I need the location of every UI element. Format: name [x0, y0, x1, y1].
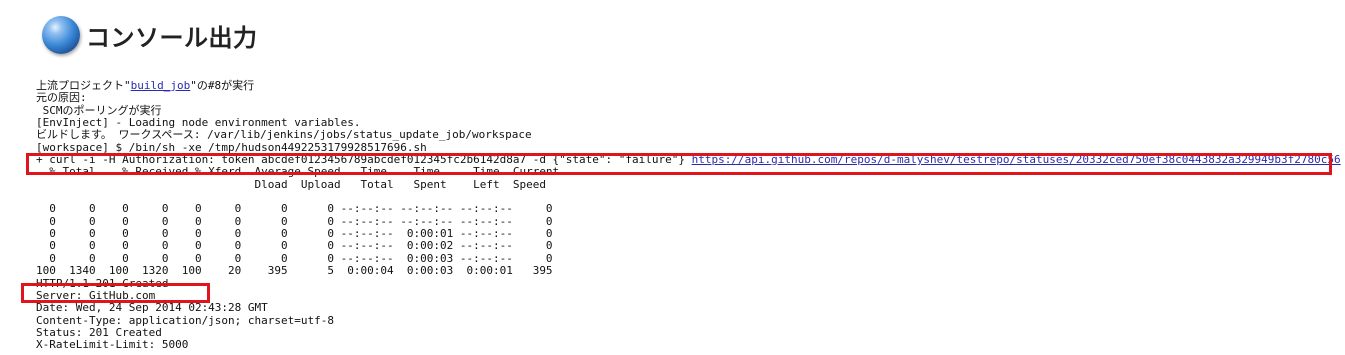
upstream-project-link[interactable]: build_job — [131, 79, 191, 92]
http-status-line: HTTP/1.1 201 Created — [36, 276, 169, 290]
console-line: [workspace] $ /bin/sh -xe /tmp/hudson449… — [36, 140, 427, 154]
progress-row: 0 0 0 0 0 0 0 0 --:--:-- 0:00:01 --:--:-… — [36, 227, 553, 241]
page-title: コンソール出力 — [86, 23, 258, 52]
progress-row: 0 0 0 0 0 0 0 0 --:--:-- --:--:-- --:--:… — [36, 202, 553, 216]
response-header-line: Status: 201 Created — [36, 325, 162, 339]
response-header-line: Content-Type: application/json; charset=… — [36, 313, 335, 327]
upstream-suffix: "の#8が実行 — [190, 79, 255, 92]
response-header-line: Date: Wed, 24 Sep 2014 02:43:28 GMT — [36, 301, 268, 315]
progress-row: 0 0 0 0 0 0 0 0 --:--:-- --:--:-- --:--:… — [36, 214, 553, 228]
console-line: 元の原因: — [36, 91, 87, 105]
progress-row: 100 1340 100 1320 100 20 395 5 0:00:04 0… — [36, 264, 553, 278]
progress-header: Dload Upload Total Spent Left Speed — [36, 177, 546, 191]
progress-header: % Total % Received % Xferd Average Speed… — [36, 165, 560, 179]
curl-command: + curl -i -H Authorization: token abcdef… — [36, 153, 692, 167]
progress-row: 0 0 0 0 0 0 0 0 --:--:-- 0:00:03 --:--:-… — [36, 251, 553, 265]
console-line: SCMのポーリングが実行 — [36, 103, 162, 117]
blue-orb-icon — [42, 16, 80, 54]
console-output: 上流プロジェクト"build_job"の#8が実行 元の原因: SCMのポーリン… — [36, 79, 1341, 352]
upstream-prefix: 上流プロジェクト" — [36, 79, 131, 92]
page-header: コンソール出力 — [42, 16, 258, 54]
progress-row: 0 0 0 0 0 0 0 0 --:--:-- 0:00:02 --:--:-… — [36, 239, 553, 253]
response-header-line: X-RateLimit-Limit: 5000 — [36, 338, 189, 352]
response-header-line: Server: GitHub.com — [36, 288, 156, 302]
console-line: [EnvInject] - Loading node environment v… — [36, 116, 361, 130]
console-line: ビルドします。 ワークスペース: /var/lib/jenkins/jobs/s… — [36, 128, 532, 142]
github-status-url-link[interactable]: https://api.github.com/repos/d-malyshev/… — [692, 153, 1341, 166]
